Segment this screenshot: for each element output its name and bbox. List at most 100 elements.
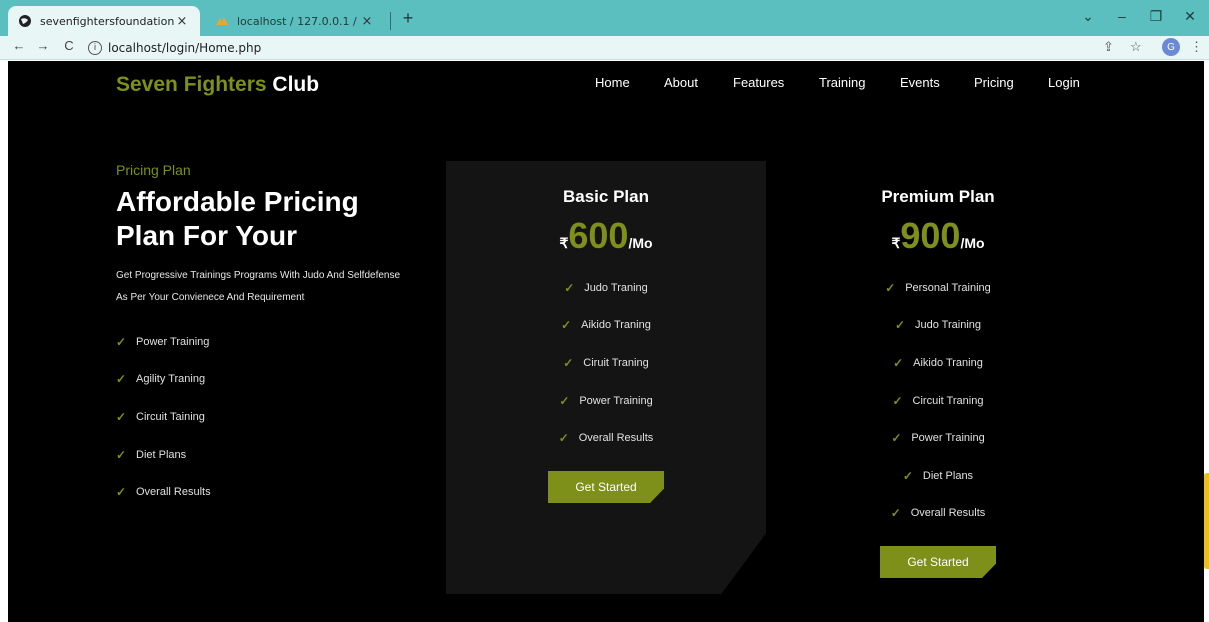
list-item: ✓ Ciruit Traning <box>446 344 766 382</box>
plan-feature: Circuit Traning <box>912 394 984 407</box>
desc-line-1: Get Progressive Trainings Programs With … <box>116 270 401 281</box>
check-icon: ✓ <box>892 393 903 408</box>
price-amount: 900 <box>900 215 961 256</box>
list-item: ✓ Circuit Traning <box>778 382 1098 420</box>
plan-feature: Overall Results <box>578 432 654 445</box>
bookmark-star-icon[interactable]: ☆ <box>1130 39 1142 55</box>
profile-avatar[interactable]: G <box>1162 38 1180 56</box>
basic-get-started-button[interactable]: Get Started <box>548 471 664 503</box>
share-icon[interactable]: ⇪ <box>1103 39 1114 55</box>
check-icon: ✓ <box>890 506 901 521</box>
check-icon: ✓ <box>116 372 127 387</box>
plan-title: Basic Plan <box>563 187 649 206</box>
check-icon: ✓ <box>563 355 574 370</box>
nav-login[interactable]: Login <box>1048 75 1080 90</box>
plan-feature-list: ✓ Personal Training ✓ Judo Training ✓ Aikid… <box>778 269 1098 532</box>
globe-icon <box>18 14 32 28</box>
check-icon: ✓ <box>116 334 127 349</box>
plan-feature: Judo Traning <box>584 281 648 294</box>
plan-price: ₹900/Mo <box>778 215 1098 257</box>
list-item: ✓ Overall Results <box>778 495 1098 533</box>
list-item: ✓ Judo Training <box>778 307 1098 345</box>
forward-icon[interactable]: → <box>34 38 52 53</box>
nav-pricing[interactable]: Pricing <box>974 75 1014 90</box>
list-item: ✓ Overall Results <box>116 473 211 511</box>
minimize-icon[interactable]: – <box>1110 8 1134 24</box>
feature-label: Agility Traning <box>136 373 206 386</box>
plan-feature: Overall Results <box>910 507 986 520</box>
browser-tab-bar: sevenfightersfoundation × localhost / 12… <box>0 0 1209 36</box>
nav-home[interactable]: Home <box>595 75 630 90</box>
new-tab-button[interactable]: + <box>398 8 418 32</box>
premium-plan-card: Premium Plan ₹900/Mo ✓ Personal Training … <box>778 161 1098 594</box>
list-item: ✓ Agility Traning <box>116 361 211 399</box>
tab-sevenfightersfoundation[interactable]: sevenfightersfoundation × <box>8 6 200 36</box>
plan-feature: Ciruit Traning <box>583 356 649 369</box>
feature-label: Diet Plans <box>136 448 187 461</box>
check-icon: ✓ <box>891 431 902 446</box>
section-eyebrow: Pricing Plan <box>116 162 191 178</box>
check-icon: ✓ <box>558 431 569 446</box>
plan-feature: Judo Training <box>914 319 982 332</box>
feature-label: Power Training <box>136 335 210 348</box>
plan-feature: Power Training <box>579 394 653 407</box>
basic-plan-card: Basic Plan ₹600/Mo ✓ Judo Traning ✓ Aikido… <box>446 161 766 594</box>
info-icon[interactable]: i <box>88 41 102 55</box>
feature-list: ✓ Power Training ✓ Agility Traning ✓ Circui… <box>116 323 211 511</box>
plan-title: Premium Plan <box>881 187 995 206</box>
premium-get-started-button[interactable]: Get Started <box>880 546 996 578</box>
close-tab-icon[interactable]: × <box>174 14 190 29</box>
plan-feature: Aikido Traning <box>581 319 651 332</box>
side-widget-tab[interactable] <box>1204 473 1209 569</box>
nav-training[interactable]: Training <box>819 75 865 90</box>
reload-icon[interactable]: C <box>60 38 78 53</box>
list-item: ✓ Power Training <box>446 382 766 420</box>
tab-title: sevenfightersfoundation <box>40 14 174 28</box>
maximize-icon[interactable]: ❐ <box>1144 8 1168 25</box>
plan-price: ₹600/Mo <box>446 215 766 257</box>
section-description: Get Progressive Trainings Programs With … <box>116 265 446 309</box>
browser-toolbar: ← → C i localhost/login/Home.php ⇪ ☆ ⋮ <box>0 36 1209 60</box>
heading-line-1: Affordable Pricing <box>116 186 359 217</box>
feature-label: Overall Results <box>136 486 211 499</box>
check-icon: ✓ <box>902 468 913 483</box>
close-window-icon[interactable]: ✕ <box>1178 8 1202 25</box>
list-item: ✓ Power Training <box>116 323 211 361</box>
nav-about[interactable]: About <box>664 75 698 90</box>
check-icon: ✓ <box>893 355 904 370</box>
heading-line-2: Plan For Your <box>116 220 297 251</box>
list-item: ✓ Diet Plans <box>778 457 1098 495</box>
site-brand[interactable]: Seven Fighters Club <box>116 73 319 97</box>
back-icon[interactable]: ← <box>10 38 28 53</box>
check-icon: ✓ <box>116 485 127 500</box>
list-item: ✓ Aikido Traning <box>778 344 1098 382</box>
plan-feature-list: ✓ Judo Traning ✓ Aikido Traning ✓ Ciruit Tr… <box>446 269 766 457</box>
tab-phpmyadmin[interactable]: localhost / 127.0.0.1 / sms / login × <box>205 6 385 36</box>
list-item: ✓ Power Training <box>778 419 1098 457</box>
address-bar[interactable]: i localhost/login/Home.php <box>88 38 1150 58</box>
close-tab-icon[interactable]: × <box>359 14 375 29</box>
list-item: ✓ Circuit Taining <box>116 398 211 436</box>
check-icon: ✓ <box>564 280 575 295</box>
check-icon: ✓ <box>561 318 572 333</box>
page-content: Seven Fighters Club Home About Features … <box>8 61 1204 622</box>
list-item: ✓ Diet Plans <box>116 436 211 474</box>
nav-features[interactable]: Features <box>733 75 784 90</box>
nav-events[interactable]: Events <box>900 75 940 90</box>
feature-label: Circuit Taining <box>136 410 205 423</box>
phpmyadmin-icon <box>215 14 229 28</box>
check-icon: ✓ <box>559 393 570 408</box>
check-icon: ✓ <box>885 280 896 295</box>
plan-feature: Diet Plans <box>922 469 974 482</box>
brand-part-2: Club <box>272 73 320 96</box>
tab-search-icon[interactable]: ⌄ <box>1076 8 1100 25</box>
price-period: /Mo <box>960 235 985 251</box>
menu-kebab-icon[interactable]: ⋮ <box>1190 39 1203 55</box>
plan-feature: Aikido Traning <box>913 356 983 369</box>
tab-title: localhost / 127.0.0.1 / sms / login <box>237 14 359 28</box>
url-text: localhost/login/Home.php <box>108 41 262 55</box>
check-icon: ✓ <box>116 447 127 462</box>
tab-separator <box>390 12 391 30</box>
plan-feature: Power Training <box>911 432 985 445</box>
list-item: ✓ Aikido Traning <box>446 307 766 345</box>
